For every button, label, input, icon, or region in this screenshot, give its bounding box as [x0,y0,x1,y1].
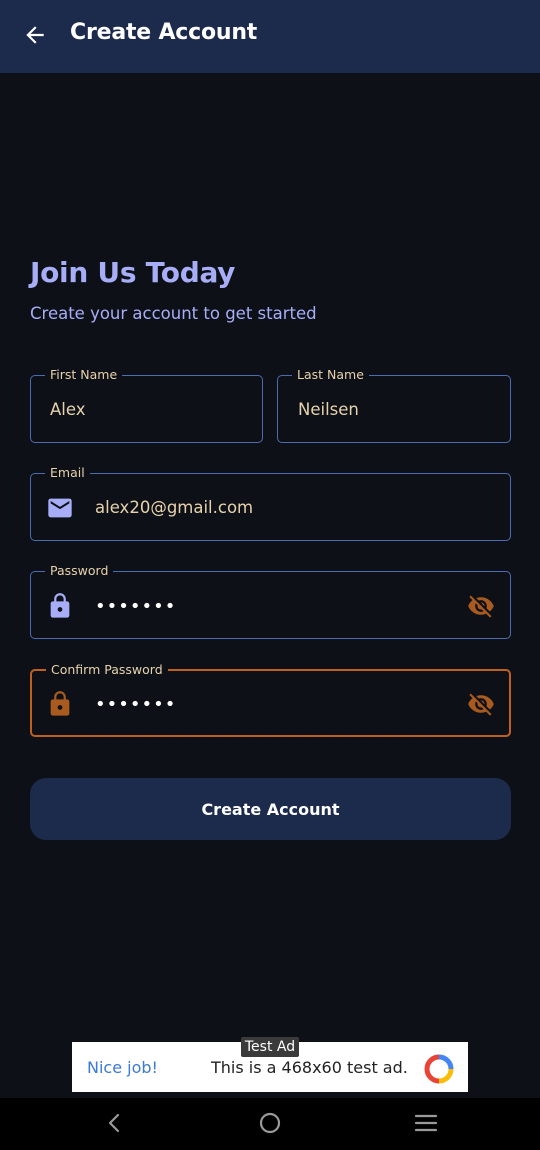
create-account-button[interactable]: Create Account [30,778,511,840]
system-nav-bar [0,1098,540,1150]
mail-icon [48,498,72,518]
confirm-password-field[interactable]: Confirm Password ••••••• [30,662,511,737]
nav-home-icon[interactable] [258,1111,282,1135]
email-value: alex20@gmail.com [95,498,254,517]
app-bar: Create Account [0,0,540,73]
confirm-password-label: Confirm Password [46,662,168,678]
first-name-field[interactable]: First Name Alex [30,367,263,443]
form-heading: Join Us Today [30,256,236,289]
lock-icon [50,691,70,716]
test-ad-tag: Test Ad [241,1037,299,1057]
ad-headline: Nice job! [87,1058,158,1077]
last-name-field[interactable]: Last Name Neilsen [277,367,511,443]
eye-off-icon[interactable] [466,592,496,620]
form-subheading: Create your account to get started [30,304,317,323]
email-field[interactable]: Email alex20@gmail.com [30,465,511,541]
back-arrow-icon[interactable] [22,22,48,48]
nav-recents-icon[interactable] [414,1112,438,1134]
lock-icon [50,593,70,618]
password-value: ••••••• [95,596,177,617]
nav-back-icon[interactable] [104,1112,124,1134]
ad-body: This is a 468x60 test ad. [211,1058,408,1077]
email-label: Email [45,465,90,481]
last-name-label: Last Name [292,367,369,383]
ad-logo-icon [424,1054,454,1084]
password-label: Password [45,563,114,579]
confirm-password-value: ••••••• [95,694,177,715]
first-name-label: First Name [45,367,123,383]
last-name-value: Neilsen [298,400,359,419]
eye-off-icon[interactable] [466,690,496,718]
password-field[interactable]: Password ••••••• [30,563,511,639]
first-name-value: Alex [50,400,86,419]
page-title: Create Account [70,20,258,45]
